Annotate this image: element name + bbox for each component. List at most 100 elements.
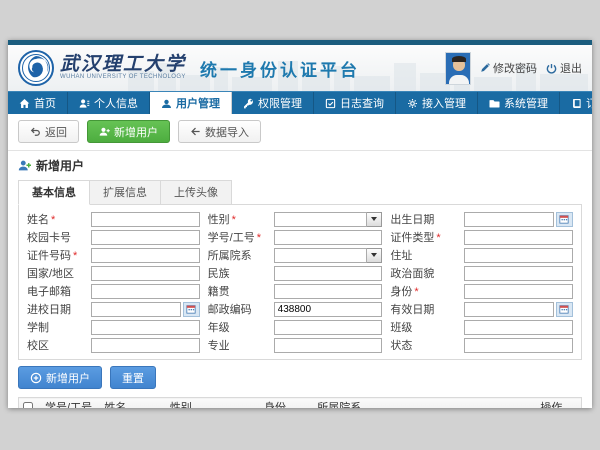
nav-label: 日志查询 (340, 95, 384, 111)
identity-input[interactable] (464, 284, 573, 299)
email-input[interactable] (91, 284, 200, 299)
power-icon (546, 63, 557, 74)
field-label-identity: 身份* (390, 283, 456, 299)
users-table: 学号/工号 姓名 性别 身份 所属院系 操作 (18, 397, 582, 408)
field-label-education-length: 学制 (27, 319, 83, 335)
main-nav: 首页 个人信息 用户管理 权限管理 日志查询 接入管理 系统管理 订阅管理 (8, 91, 592, 114)
key-icon (243, 98, 254, 109)
valid-date-input[interactable] (464, 302, 554, 317)
logout-link[interactable]: 退出 (546, 60, 582, 76)
column-department: 所属院系 (313, 398, 536, 409)
change-password-link[interactable]: 修改密码 (480, 60, 537, 76)
users-table-header-row: 学号/工号 姓名 性别 身份 所属院系 操作 (19, 398, 582, 409)
field-label-grade: 年级 (208, 319, 266, 335)
header: 武汉理工大学 WUHAN UNIVERSITY OF TECHNOLOGY 统一… (8, 45, 592, 91)
change-password-label: 修改密码 (493, 60, 537, 76)
education-length-input[interactable] (91, 320, 200, 335)
content-area: 返回 新增用户 数据导入 新增用户 基本信息 扩展信息 上传头像 姓名 * (8, 120, 592, 408)
data-import-button[interactable]: 数据导入 (178, 120, 261, 143)
tab-upload-avatar[interactable]: 上传头像 (161, 180, 232, 205)
nav-label: 权限管理 (258, 95, 302, 111)
nav-item-home[interactable]: 首页 (8, 92, 68, 114)
brand-block: 武汉理工大学 WUHAN UNIVERSITY OF TECHNOLOGY (60, 56, 186, 80)
nav-item-access-management[interactable]: 接入管理 (396, 92, 478, 114)
field-label-political-status: 政治面貌 (390, 265, 456, 281)
nav-label: 接入管理 (422, 95, 466, 111)
users-icon (161, 98, 172, 109)
add-user-toolbar-button[interactable]: 新增用户 (87, 120, 170, 143)
field-label-address: 住址 (390, 247, 456, 263)
required-marker: * (414, 286, 418, 298)
country-input[interactable] (91, 266, 200, 281)
form-tabs: 基本信息 扩展信息 上传头像 (18, 180, 582, 205)
field-label-email: 电子邮箱 (27, 283, 83, 299)
grade-input[interactable] (274, 320, 383, 335)
campus-input[interactable] (91, 338, 200, 353)
pencil-icon (480, 63, 490, 73)
nav-item-permission-management[interactable]: 权限管理 (232, 92, 314, 114)
back-button-label: 返回 (45, 124, 67, 140)
logout-label: 退出 (560, 60, 582, 76)
column-student-id: 学号/工号 (41, 398, 100, 409)
major-input[interactable] (274, 338, 383, 353)
field-label-ethnicity: 民族 (208, 265, 266, 281)
id-number-input[interactable] (91, 248, 200, 263)
user-avatar (445, 52, 471, 85)
required-marker: * (436, 232, 440, 244)
ethnicity-input[interactable] (274, 266, 383, 281)
birth-date-calendar-button[interactable] (556, 212, 573, 227)
form-actions: 新增用户 重置 (18, 366, 582, 389)
column-name: 姓名 (100, 398, 166, 409)
add-user-toolbar-label: 新增用户 (114, 124, 158, 140)
class-input[interactable] (464, 320, 573, 335)
field-label-campus-card: 校园卡号 (27, 229, 83, 245)
name-input[interactable] (91, 212, 200, 227)
field-label-gender: 性别* (208, 211, 266, 227)
tab-extended-info[interactable]: 扩展信息 (90, 180, 161, 205)
native-place-input[interactable] (274, 284, 383, 299)
university-name-en: WUHAN UNIVERSITY OF TECHNOLOGY (60, 74, 186, 80)
university-logo-icon (18, 50, 54, 86)
student-id-input[interactable] (274, 230, 383, 245)
department-select-input[interactable] (274, 248, 368, 263)
postal-code-input[interactable] (274, 302, 383, 317)
field-label-postal-code: 邮政编码 (208, 301, 266, 317)
tab-basic-info[interactable]: 基本信息 (18, 180, 90, 205)
new-user-section-icon (18, 159, 31, 172)
nav-item-system-management[interactable]: 系统管理 (478, 92, 560, 114)
select-all-checkbox[interactable] (23, 402, 33, 408)
nav-item-personal-info[interactable]: 个人信息 (68, 92, 150, 114)
chevron-down-icon (371, 253, 377, 257)
id-type-input[interactable] (464, 230, 573, 245)
reset-button[interactable]: 重置 (110, 366, 156, 389)
import-arrow-icon (190, 126, 201, 137)
political-status-input[interactable] (464, 266, 573, 281)
field-label-major: 专业 (208, 337, 266, 353)
campus-card-input[interactable] (91, 230, 200, 245)
university-name: 武汉理工大学 (60, 56, 186, 74)
address-input[interactable] (464, 248, 573, 263)
status-input[interactable] (464, 338, 573, 353)
nav-item-subscription-management[interactable]: 订阅管理 (560, 92, 592, 114)
gender-select-input[interactable] (274, 212, 368, 227)
chevron-down-icon (371, 217, 377, 221)
department-dropdown-button[interactable] (367, 248, 382, 263)
gender-dropdown-button[interactable] (367, 212, 382, 227)
required-marker: * (232, 214, 236, 226)
data-import-label: 数据导入 (205, 124, 249, 140)
submit-add-user-button[interactable]: 新增用户 (18, 366, 102, 389)
birth-date-input[interactable] (464, 212, 554, 227)
log-icon (325, 98, 336, 109)
required-marker: * (257, 232, 261, 244)
home-icon (19, 98, 30, 109)
nav-item-user-management[interactable]: 用户管理 (150, 92, 232, 114)
column-gender: 性别 (166, 398, 260, 409)
entry-date-calendar-button[interactable] (183, 302, 200, 317)
reset-button-label: 重置 (122, 370, 144, 386)
back-button[interactable]: 返回 (18, 120, 79, 143)
field-label-native-place: 籍贯 (208, 283, 266, 299)
entry-date-input[interactable] (91, 302, 181, 317)
valid-date-calendar-button[interactable] (556, 302, 573, 317)
field-label-birth-date: 出生日期 (390, 211, 456, 227)
nav-item-log-query[interactable]: 日志查询 (314, 92, 396, 114)
